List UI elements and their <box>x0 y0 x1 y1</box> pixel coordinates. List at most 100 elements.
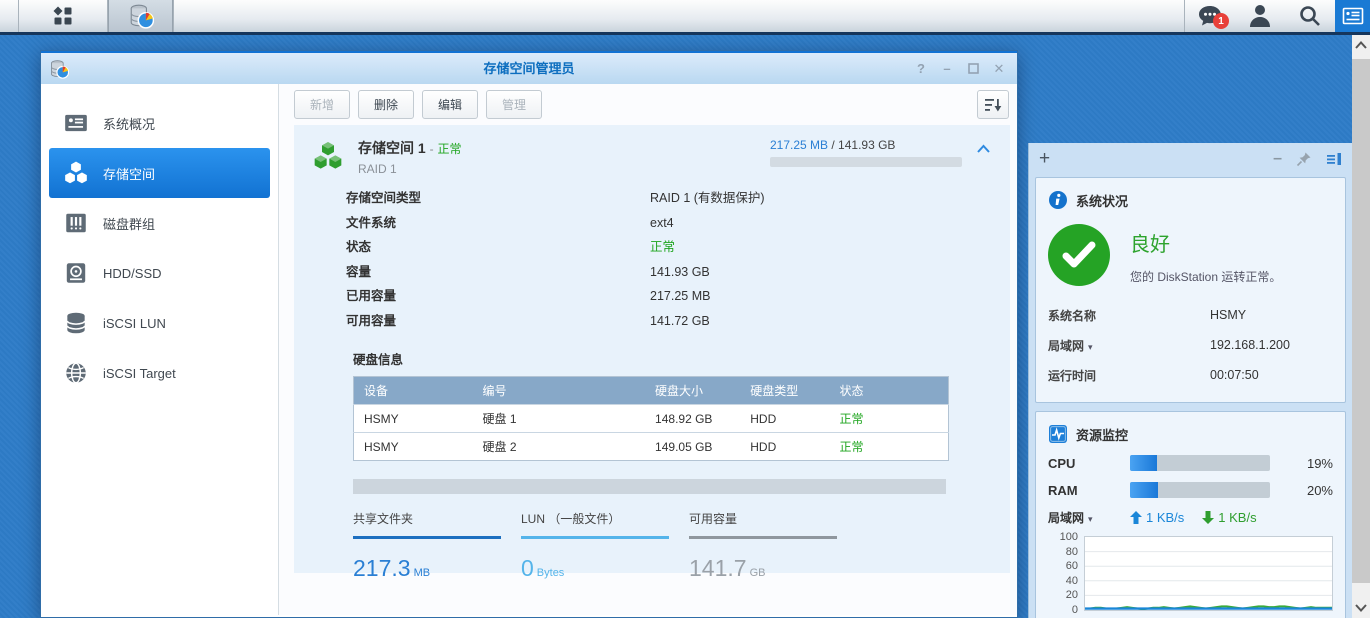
widget-panel-header: + – <box>1029 143 1352 175</box>
dock-panel-button[interactable] <box>1326 152 1342 166</box>
window-title: 存储空间管理员 <box>41 53 1017 84</box>
upload-speed: 1 KB/s <box>1146 510 1184 525</box>
toolbar: 新增 删除 编辑 管理 <box>294 90 1009 119</box>
table-row[interactable]: HSMY 硬盘 2 149.05 GB HDD 正常 <box>354 433 949 461</box>
widgets-toggle-icon <box>1342 7 1364 25</box>
volume-total-text: / 141.93 GB <box>831 138 895 152</box>
stat-underline <box>689 536 837 539</box>
stat-shared-folders: 共享文件夹 217.3MB <box>353 510 501 582</box>
caret-down-icon[interactable]: ▾ <box>1088 514 1093 524</box>
widget-title: 系统状况 <box>1076 191 1128 210</box>
manage-button[interactable]: 管理 <box>486 90 542 119</box>
iscsi-target-icon <box>63 360 89 386</box>
y-tick: 100 <box>1060 531 1078 543</box>
volume-used-text: 217.25 MB <box>770 138 828 152</box>
cpu-bar-fill <box>1130 455 1157 471</box>
stat-label: 共享文件夹 <box>353 510 501 527</box>
storage-manager-taskbar-button[interactable] <box>108 0 173 32</box>
stat-value: 141.7 <box>689 555 747 581</box>
resource-monitor-icon <box>1048 424 1068 444</box>
edit-button[interactable]: 编辑 <box>422 90 478 119</box>
detail-label: 存储空间类型 <box>346 186 650 211</box>
create-button[interactable]: 新增 <box>294 90 350 119</box>
caret-down-icon[interactable]: ▾ <box>1088 342 1093 352</box>
storage-volume-icon <box>63 160 89 186</box>
user-menu-button[interactable] <box>1235 0 1285 32</box>
row-label: 系统名称 <box>1048 307 1210 324</box>
y-tick: 40 <box>1066 575 1078 587</box>
column-header: 设备 <box>354 377 473 405</box>
help-icon: ? <box>917 61 925 76</box>
cell-size: 148.92 GB <box>645 405 740 433</box>
sidebar-item-label: HDD/SSD <box>103 266 162 281</box>
cell-size: 149.05 GB <box>645 433 740 461</box>
volume-usage: 217.25 MB / 141.93 GB <box>770 138 962 176</box>
chart-plot-area <box>1084 536 1333 611</box>
sidebar-item-label: iSCSI Target <box>103 366 176 381</box>
sidebar-item-iscsi-target[interactable]: iSCSI Target <box>41 348 278 398</box>
stat-value: 0 <box>521 555 534 581</box>
help-button[interactable]: ? <box>911 59 931 79</box>
ram-bar-fill <box>1130 482 1158 498</box>
download-speed: 1 KB/s <box>1218 510 1256 525</box>
sidebar-item-system-overview[interactable]: 系统概况 <box>41 98 278 148</box>
minimize-widgets-button[interactable]: – <box>1273 150 1282 168</box>
search-button[interactable] <box>1285 0 1335 32</box>
y-tick: 0 <box>1072 604 1078 616</box>
volume-details: 存储空间类型RAID 1 (有数据保护) 文件系统ext4 状态正常 容量141… <box>346 186 1010 333</box>
health-check-icon <box>1048 224 1110 286</box>
maximize-icon <box>968 63 979 74</box>
table-row[interactable]: HSMY 硬盘 1 148.92 GB HDD 正常 <box>354 405 949 433</box>
widgets-toggle-button[interactable] <box>1335 0 1370 32</box>
volume-title: 存储空间 1 - 正常 <box>358 138 461 158</box>
disk-table-header-row: 设备 编号 硬盘大小 硬盘类型 状态 <box>354 377 949 405</box>
volume-name: 存储空间 1 <box>358 140 426 156</box>
main-menu-button[interactable] <box>19 0 107 32</box>
cpu-label: CPU <box>1048 456 1130 471</box>
iscsi-lun-icon <box>63 310 89 336</box>
close-button[interactable]: ✕ <box>989 59 1009 79</box>
pin-button[interactable] <box>1296 151 1312 167</box>
download-arrow-icon <box>1202 511 1214 524</box>
volume-cubes-icon <box>310 140 346 172</box>
storage-manager-app-icon <box>128 3 154 29</box>
detail-label: 已用容量 <box>346 284 650 309</box>
volume-separator: - <box>430 142 434 156</box>
cpu-bar <box>1130 455 1270 471</box>
window-app-icon <box>49 59 69 79</box>
delete-button[interactable]: 删除 <box>358 90 414 119</box>
disk-table: 设备 编号 硬盘大小 硬盘类型 状态 HSMY 硬盘 1 148.92 GB H <box>353 376 949 461</box>
add-widget-button[interactable]: + <box>1039 148 1050 170</box>
volume-panel: 存储空间 1 - 正常 RAID 1 217.25 MB / 141.93 GB <box>294 125 1010 573</box>
scroll-up-button[interactable] <box>1352 35 1370 55</box>
column-header: 硬盘大小 <box>645 377 740 405</box>
detail-value: RAID 1 (有数据保护) <box>650 186 765 211</box>
cpu-percent: 19% <box>1307 456 1333 471</box>
ram-label: RAM <box>1048 483 1130 498</box>
widget-title: 资源监控 <box>1076 425 1128 444</box>
disk-info-title: 硬盘信息 <box>353 349 1010 368</box>
collapse-button[interactable] <box>976 144 994 176</box>
detail-label: 状态 <box>346 235 650 260</box>
stat-lun: LUN （一般文件） 0Bytes <box>521 510 669 582</box>
notifications-button[interactable]: 1 <box>1185 0 1235 32</box>
window-titlebar[interactable]: 存储空间管理员 ? – ✕ <box>41 51 1017 84</box>
y-tick: 60 <box>1066 560 1078 572</box>
info-row-system-name: 系统名称 HSMY <box>1048 300 1333 330</box>
minimize-button[interactable]: – <box>937 59 957 79</box>
scrollbar-thumb[interactable] <box>1352 59 1370 583</box>
sidebar-item-iscsi-lun[interactable]: iSCSI LUN <box>41 298 278 348</box>
sidebar-item-disk-group[interactable]: 磁盘群组 <box>41 198 278 248</box>
row-value: HSMY <box>1210 308 1246 322</box>
ram-row: RAM 20% <box>1048 482 1333 498</box>
volume-status: 正常 <box>437 142 461 156</box>
desktop-scrollbar[interactable] <box>1352 35 1370 618</box>
scroll-down-button[interactable] <box>1352 598 1370 618</box>
sort-button[interactable] <box>977 90 1009 119</box>
sidebar-item-hdd-ssd[interactable]: HDD/SSD <box>41 248 278 298</box>
detail-value: ext4 <box>650 211 674 236</box>
cell-number: 硬盘 1 <box>473 405 646 433</box>
maximize-button[interactable] <box>963 59 983 79</box>
health-message: 您的 DiskStation 运转正常。 <box>1130 268 1281 285</box>
sidebar-item-storage-volume[interactable]: 存储空间 <box>49 148 270 198</box>
